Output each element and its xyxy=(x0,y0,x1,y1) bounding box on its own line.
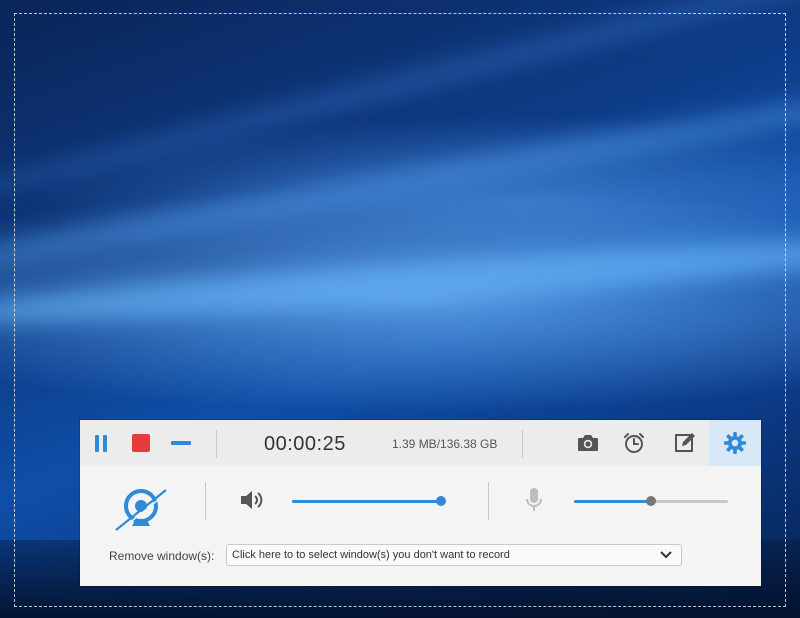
slider-knob[interactable] xyxy=(436,496,446,506)
minimize-button[interactable] xyxy=(168,430,194,456)
recording-timer: 00:00:25 xyxy=(264,433,346,456)
alarm-clock-icon xyxy=(622,431,646,455)
minimize-icon xyxy=(171,441,191,445)
remove-window-label: Remove window(s): xyxy=(109,549,214,563)
stop-icon xyxy=(132,434,150,452)
microphone-volume-slider[interactable] xyxy=(574,494,728,508)
recording-toolbar: 00:00:25 1.39 MB/136.38 GB xyxy=(80,420,761,586)
edit-icon xyxy=(674,432,696,454)
divider xyxy=(488,482,489,520)
divider xyxy=(216,430,217,458)
webcam-off-icon xyxy=(110,480,172,542)
edit-button[interactable] xyxy=(670,428,700,458)
gear-icon xyxy=(723,431,747,455)
schedule-button[interactable] xyxy=(619,428,649,458)
settings-button[interactable] xyxy=(709,420,761,466)
chevron-down-icon[interactable] xyxy=(659,549,673,561)
speaker-button[interactable] xyxy=(238,488,266,512)
webcam-toggle-button[interactable] xyxy=(110,480,172,542)
microphone-icon xyxy=(525,487,543,513)
file-size-readout: 1.39 MB/136.38 GB xyxy=(392,437,497,451)
snapshot-button[interactable] xyxy=(573,428,603,458)
divider xyxy=(522,430,523,458)
exclude-window-dropdown[interactable]: Click here to to select window(s) you do… xyxy=(226,544,682,566)
stop-button[interactable] xyxy=(128,430,154,456)
speaker-volume-slider[interactable] xyxy=(292,494,442,508)
pause-icon xyxy=(93,435,109,452)
camera-icon xyxy=(576,433,600,453)
slider-knob[interactable] xyxy=(646,496,656,506)
exclude-window-placeholder: Click here to to select window(s) you do… xyxy=(232,549,510,561)
pause-button[interactable] xyxy=(88,430,114,456)
speaker-icon xyxy=(239,489,265,511)
toolbar-top-row: 00:00:25 1.39 MB/136.38 GB xyxy=(80,420,761,466)
microphone-button[interactable] xyxy=(522,486,546,514)
toolbar-bottom-panel: Remove window(s): Click here to to selec… xyxy=(80,466,761,586)
divider xyxy=(205,482,206,520)
